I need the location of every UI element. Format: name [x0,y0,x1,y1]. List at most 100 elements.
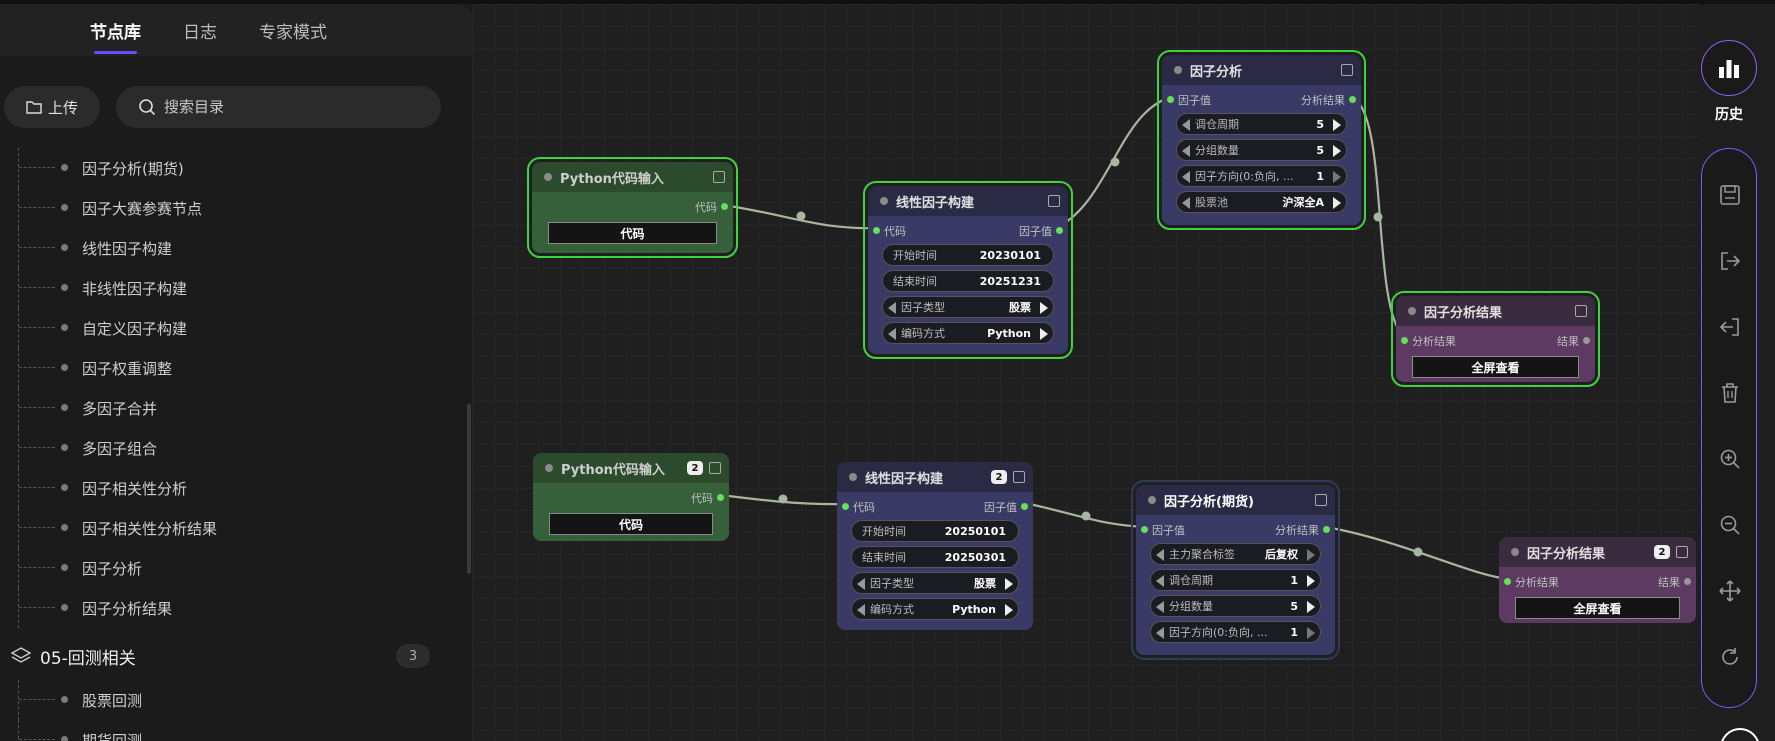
prev-arrow-icon[interactable] [857,578,865,590]
input-port[interactable] [842,503,849,510]
delete-button[interactable] [1718,381,1742,405]
prev-arrow-icon[interactable] [1156,601,1164,613]
prev-arrow-icon[interactable] [857,604,865,616]
node-factor-result-1[interactable]: 因子分析结果 分析结果 结果 全屏查看 [1391,291,1600,387]
input-port[interactable] [873,227,880,234]
collapse-dot-icon[interactable] [849,473,857,481]
next-arrow-icon[interactable] [1307,575,1315,587]
tree-item[interactable]: 线性因子构建 [0,228,472,268]
input-port[interactable] [1167,96,1174,103]
next-arrow-icon[interactable] [1333,119,1341,131]
edit-icon[interactable] [1315,494,1327,506]
tree-item[interactable]: 因子分析 [0,548,472,588]
node-factor-analysis-futures[interactable]: 因子分析(期货) 因子值 分析结果 主力聚合标签 后复权 调仓周期 1 分组数量 5 因… [1131,480,1340,660]
tree-item[interactable]: 非线性因子构建 [0,268,472,308]
tree-item[interactable]: 多因子组合 [0,428,472,468]
start-date-field[interactable]: 开始时间 20250101 [851,520,1019,542]
next-arrow-icon[interactable] [1005,604,1013,616]
prev-arrow-icon[interactable] [1156,549,1164,561]
end-date-field[interactable]: 结束时间 20251231 [882,270,1054,292]
node-linear-factor-1[interactable]: 线性因子构建 代码 因子值 开始时间 20230101 结束时间 20251231 因… [863,181,1073,359]
factor-direction-combo[interactable]: 因子方向(0:负向, ... 1 [1150,621,1321,643]
factor-type-combo[interactable]: 因子类型 股票 [882,296,1054,318]
import-button[interactable] [1718,315,1742,339]
next-arrow-icon[interactable] [1040,302,1048,314]
history-button[interactable] [1701,40,1757,96]
tree-item[interactable]: 股票回测 [0,680,472,720]
upload-button[interactable]: 上传 [4,86,100,128]
tree-item[interactable]: 期货回测 [0,720,472,741]
code-button[interactable]: 代码 [549,513,713,535]
sidebar-scrollbar[interactable] [467,404,471,574]
encoding-combo[interactable]: 编码方式 Python [851,598,1019,620]
next-arrow-icon[interactable] [1333,145,1341,157]
prev-arrow-icon[interactable] [888,328,896,340]
tab-log[interactable]: 日志 [183,4,217,56]
next-arrow-icon[interactable] [1333,197,1341,209]
node-header[interactable]: 线性因子构建 [868,186,1068,216]
collapse-dot-icon[interactable] [1408,307,1416,315]
node-factor-analysis-1[interactable]: 因子分析 因子值 分析结果 调仓周期 5 分组数量 5 因子方向(0:负向, ... 1… [1157,50,1366,230]
input-port[interactable] [1504,578,1511,585]
code-button[interactable]: 代码 [548,222,717,244]
output-port[interactable] [1583,337,1590,344]
node-linear-factor-2[interactable]: 线性因子构建 2 代码 因子值 开始时间 20250101 结束时间 20250301… [837,462,1033,630]
zoom-in-button[interactable] [1718,447,1742,471]
tree-item[interactable]: 因子相关性分析 [0,468,472,508]
tree-item[interactable]: 因子相关性分析结果 [0,508,472,548]
edit-icon[interactable] [1013,471,1025,483]
edit-icon[interactable] [1575,305,1587,317]
tree-item[interactable]: 因子分析结果 [0,588,472,628]
start-date-field[interactable]: 开始时间 20230101 [882,244,1054,266]
tree-item[interactable]: 因子大赛参赛节点 [0,188,472,228]
search-box[interactable] [116,86,441,128]
node-header[interactable]: 因子分析(期货) [1136,485,1335,515]
rebalance-period-combo[interactable]: 调仓周期 5 [1176,113,1347,135]
prev-arrow-icon[interactable] [1182,145,1190,157]
collapse-dot-icon[interactable] [1511,548,1519,556]
collapse-dot-icon[interactable] [1148,496,1156,504]
output-port[interactable] [1684,578,1691,585]
tree-group-backtest[interactable]: 05-回测相关 3 [0,636,472,676]
output-port[interactable] [1349,96,1356,103]
main-contract-tag-combo[interactable]: 主力聚合标签 后复权 [1150,543,1321,565]
collapse-dot-icon[interactable] [1174,66,1182,74]
end-date-field[interactable]: 结束时间 20250301 [851,546,1019,568]
fullscreen-view-button[interactable]: 全屏查看 [1515,597,1680,619]
node-factor-result-2[interactable]: 因子分析结果 2 分析结果 结果 全屏查看 [1499,537,1696,623]
next-arrow-icon[interactable] [1307,627,1315,639]
node-header[interactable]: Python代码输入 [532,162,733,192]
next-arrow-icon[interactable] [1333,171,1341,183]
prev-arrow-icon[interactable] [888,302,896,314]
prev-arrow-icon[interactable] [1182,171,1190,183]
node-header[interactable]: Python代码输入 2 [533,453,729,483]
tree-item[interactable]: 多因子合并 [0,388,472,428]
save-button[interactable] [1718,183,1742,207]
output-port[interactable] [1056,227,1063,234]
tree-item[interactable]: 因子分析(期货) [0,148,472,188]
input-port[interactable] [1141,526,1148,533]
edit-icon[interactable] [1048,195,1060,207]
zoom-out-button[interactable] [1718,513,1742,537]
edit-icon[interactable] [1341,64,1353,76]
collapse-dot-icon[interactable] [545,464,553,472]
output-port[interactable] [717,494,724,501]
rebalance-period-combo[interactable]: 调仓周期 1 [1150,569,1321,591]
tab-expert-mode[interactable]: 专家模式 [259,4,327,56]
fullscreen-view-button[interactable]: 全屏查看 [1412,356,1579,378]
node-header[interactable]: 因子分析结果 [1396,296,1595,326]
output-port[interactable] [1021,503,1028,510]
edit-icon[interactable] [709,462,721,474]
factor-type-combo[interactable]: 因子类型 股票 [851,572,1019,594]
node-header[interactable]: 线性因子构建 2 [837,462,1033,492]
node-header[interactable]: 因子分析 [1162,55,1361,85]
next-arrow-icon[interactable] [1307,601,1315,613]
search-input[interactable] [164,98,414,116]
encoding-combo[interactable]: 编码方式 Python [882,322,1054,344]
tree-item[interactable]: 自定义因子构建 [0,308,472,348]
prev-arrow-icon[interactable] [1156,575,1164,587]
node-python-input-1[interactable]: Python代码输入 代码 代码 [527,157,738,258]
input-port[interactable] [1401,337,1408,344]
stock-pool-combo[interactable]: 股票池 沪深全A [1176,191,1347,213]
edit-icon[interactable] [713,171,725,183]
